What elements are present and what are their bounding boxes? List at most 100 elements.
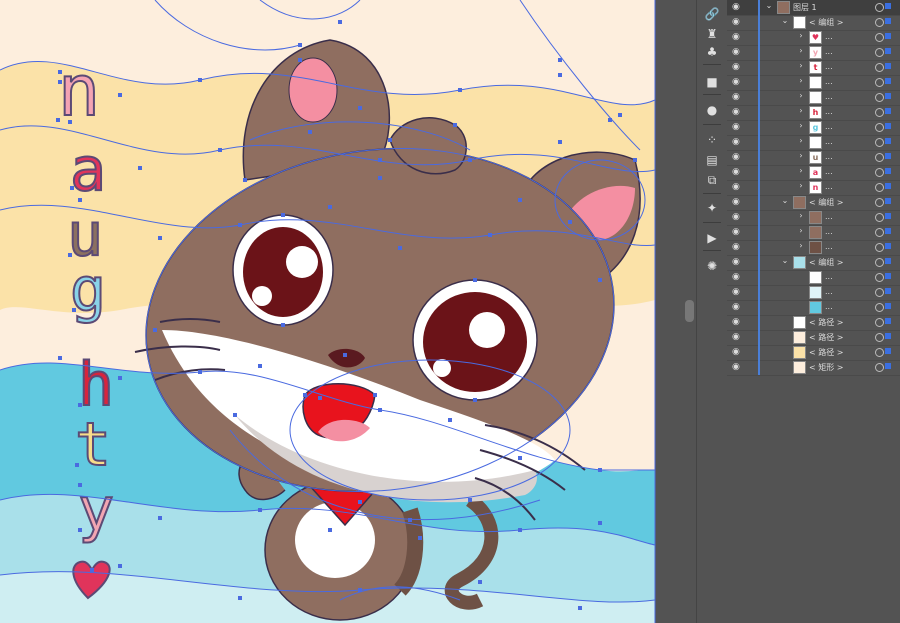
anchor-point[interactable] [238, 596, 242, 600]
selection-indicator[interactable] [885, 18, 891, 24]
layer-row[interactable]: ◉ ›... [727, 210, 900, 226]
transform-icon[interactable]: ⁘ [701, 130, 723, 150]
selection-indicator[interactable] [885, 123, 891, 129]
target-circle-icon[interactable] [875, 303, 884, 312]
visibility-eye-icon[interactable]: ◉ [732, 317, 742, 327]
title-letter-a[interactable]: a [69, 134, 107, 206]
layer-row[interactable]: ◉ ⌄ 图层 1 [727, 0, 900, 16]
anchor-point[interactable] [408, 518, 412, 522]
layer-row[interactable]: ◉ › t... [727, 60, 900, 76]
selection-indicator[interactable] [885, 153, 891, 159]
target-circle-icon[interactable] [875, 213, 884, 222]
target-circle-icon[interactable] [875, 63, 884, 72]
chevron-down-icon[interactable]: ⌄ [781, 196, 789, 205]
target-circle-icon[interactable] [875, 273, 884, 282]
selection-indicator[interactable] [885, 243, 891, 249]
anchor-point[interactable] [218, 148, 222, 152]
brightness-icon[interactable]: ✺ [701, 256, 723, 276]
target-circle-icon[interactable] [875, 333, 884, 342]
target-circle-icon[interactable] [875, 168, 884, 177]
anchor-point[interactable] [78, 403, 82, 407]
layer-row[interactable]: ◉ › g... [727, 120, 900, 136]
layer-row[interactable]: ◉ › h... [727, 105, 900, 121]
selection-indicator[interactable] [885, 168, 891, 174]
target-circle-icon[interactable] [875, 78, 884, 87]
visibility-eye-icon[interactable]: ◉ [732, 197, 742, 207]
layer-row[interactable]: ◉ < 路径 > [727, 315, 900, 331]
selection-indicator[interactable] [885, 258, 891, 264]
anchor-point[interactable] [488, 233, 492, 237]
layer-row[interactable]: ◉ < 矩形 > [727, 360, 900, 376]
vertical-scrollbar[interactable] [683, 0, 696, 623]
selection-indicator[interactable] [885, 108, 891, 114]
anchor-point[interactable] [198, 370, 202, 374]
layer-row[interactable]: ◉ ›... [727, 90, 900, 106]
visibility-eye-icon[interactable]: ◉ [732, 107, 742, 117]
anchor-point[interactable] [298, 58, 302, 62]
layer-row[interactable]: ◉ ›... [727, 135, 900, 151]
anchor-point[interactable] [56, 118, 60, 122]
anchor-point[interactable] [78, 198, 82, 202]
anchor-point[interactable] [318, 396, 322, 400]
visibility-eye-icon[interactable]: ◉ [732, 2, 742, 12]
selection-indicator[interactable] [885, 228, 891, 234]
visibility-eye-icon[interactable]: ◉ [732, 17, 742, 27]
anchor-point[interactable] [568, 220, 572, 224]
anchor-point[interactable] [598, 521, 602, 525]
anchor-point[interactable] [398, 246, 402, 250]
visibility-eye-icon[interactable]: ◉ [732, 227, 742, 237]
anchor-point[interactable] [281, 323, 285, 327]
visibility-eye-icon[interactable]: ◉ [732, 212, 742, 222]
chevron-down-icon[interactable]: ⌄ [765, 1, 773, 10]
anchor-point[interactable] [281, 213, 285, 217]
visibility-eye-icon[interactable]: ◉ [732, 77, 742, 87]
anchor-point[interactable] [75, 463, 79, 467]
selection-indicator[interactable] [885, 198, 891, 204]
selection-indicator[interactable] [885, 363, 891, 369]
target-circle-icon[interactable] [875, 258, 884, 267]
visibility-eye-icon[interactable]: ◉ [732, 152, 742, 162]
target-circle-icon[interactable] [875, 153, 884, 162]
anchor-point[interactable] [458, 88, 462, 92]
anchor-point[interactable] [473, 278, 477, 282]
symbols-icon[interactable]: ♣ [701, 42, 723, 62]
visibility-eye-icon[interactable]: ◉ [732, 242, 742, 252]
visibility-eye-icon[interactable]: ◉ [732, 92, 742, 102]
chevron-right-icon[interactable]: › [797, 211, 805, 220]
anchor-point[interactable] [78, 483, 82, 487]
anchor-point[interactable] [473, 398, 477, 402]
anchor-point[interactable] [258, 508, 262, 512]
anchor-point[interactable] [468, 498, 472, 502]
anchor-point[interactable] [153, 328, 157, 332]
target-circle-icon[interactable] [875, 18, 884, 27]
layer-row[interactable]: ◉ ⌄ < 编组 > [727, 195, 900, 211]
visibility-eye-icon[interactable]: ◉ [732, 332, 742, 342]
anchor-point[interactable] [478, 580, 482, 584]
anchor-point[interactable] [58, 80, 62, 84]
anchor-point[interactable] [378, 176, 382, 180]
anchor-point[interactable] [558, 140, 562, 144]
selection-indicator[interactable] [885, 33, 891, 39]
target-circle-icon[interactable] [875, 348, 884, 357]
target-circle-icon[interactable] [875, 48, 884, 57]
anchor-point[interactable] [328, 528, 332, 532]
anchor-point[interactable] [598, 278, 602, 282]
visibility-eye-icon[interactable]: ◉ [732, 272, 742, 282]
selection-indicator[interactable] [885, 333, 891, 339]
links-panel-icon[interactable]: 🔗 [701, 4, 723, 24]
target-circle-icon[interactable] [875, 363, 884, 372]
anchor-point[interactable] [558, 58, 562, 62]
selection-indicator[interactable] [885, 273, 891, 279]
selection-indicator[interactable] [885, 288, 891, 294]
gradient-icon[interactable]: ■ [701, 72, 723, 92]
target-circle-icon[interactable] [875, 198, 884, 207]
anchor-point[interactable] [298, 43, 302, 47]
selection-indicator[interactable] [885, 138, 891, 144]
chevron-right-icon[interactable]: › [797, 166, 805, 175]
selection-indicator[interactable] [885, 3, 891, 9]
anchor-point[interactable] [258, 364, 262, 368]
anchor-point[interactable] [198, 78, 202, 82]
title-letter-n[interactable]: n [57, 49, 101, 133]
selection-indicator[interactable] [885, 318, 891, 324]
anchor-point[interactable] [598, 468, 602, 472]
